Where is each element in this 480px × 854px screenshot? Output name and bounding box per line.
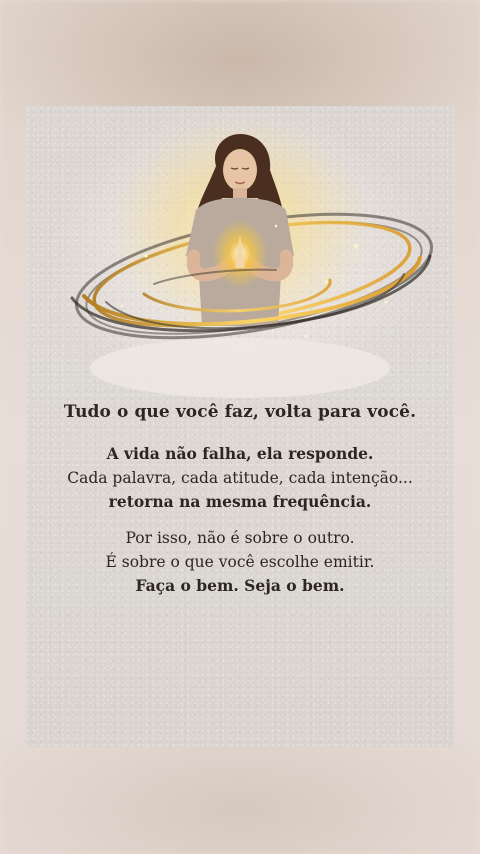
stanza-one: A vida não falha, ela responde. Cada pal…: [26, 442, 454, 514]
stanza-two: Por isso, não é sobre o outro. É sobre o…: [26, 526, 454, 598]
meditating-woman-illustration: [70, 116, 434, 398]
headline: Tudo o que você faz, volta para você.: [63, 402, 417, 422]
stanza-two-line-1: Por isso, não é sobre o outro.: [125, 529, 355, 547]
stanza-two-line-2: É sobre o que você escolhe emitir.: [105, 553, 375, 571]
stanza-two-line-3: Faça o bem. Seja o bem.: [135, 576, 345, 595]
stanza-one-line-2: Cada palavra, cada atitude, cada intençã…: [67, 469, 413, 487]
quote-card: Tudo o que você faz, volta para você. A …: [26, 106, 454, 747]
stanza-one-line-3: retorna na mesma frequência.: [108, 492, 372, 511]
stanza-one-line-1: A vida não falha, ela responde.: [106, 444, 374, 463]
sparkle-icon: [256, 746, 258, 747]
